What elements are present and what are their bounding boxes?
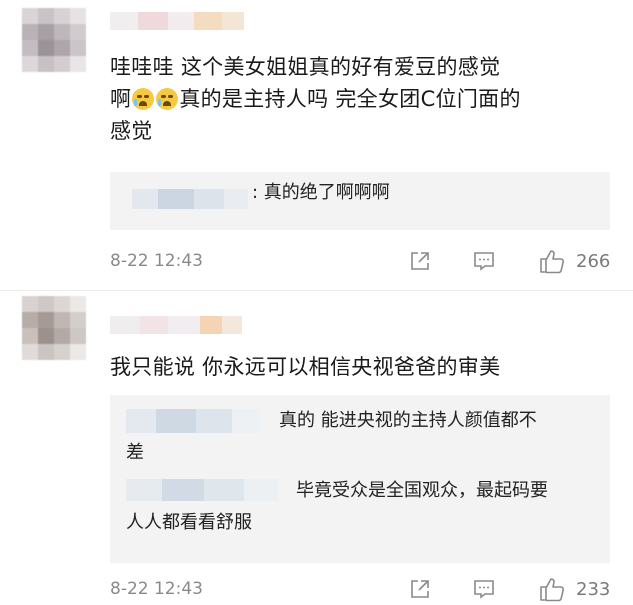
thumbs-up-icon[interactable] xyxy=(538,575,566,603)
comment-text-segment: 啊 xyxy=(110,87,132,111)
comment-text-line: 感觉 xyxy=(110,119,153,143)
reply-text: 差 xyxy=(126,442,144,463)
comment-card: 我只能说 你永远可以相信央视爸爸的审美 真的 能进央视的主持人颜值都不 差 毕竟… xyxy=(0,292,633,604)
reply-username-blurred[interactable] xyxy=(126,479,278,501)
comment-icon[interactable] xyxy=(472,577,496,601)
comment-text-segment: 真的是主持人吗 完全女团C位门面的 xyxy=(179,87,521,111)
reply-item[interactable]: : 真的绝了啊啊啊 xyxy=(132,182,390,217)
reply-text: 人人都看看舒服 xyxy=(126,512,252,533)
reply-text: 毕竟受众是全国观众，最起码要 xyxy=(296,480,548,501)
username-blurred[interactable] xyxy=(110,12,244,30)
reply-text: : 真的绝了啊啊啊 xyxy=(252,182,390,203)
divider xyxy=(0,290,633,291)
reply-box[interactable]: 真的 能进央视的主持人颜值都不 差 毕竟受众是全国观众，最起码要 人人都看看舒服 xyxy=(110,395,610,563)
comment-text: 哇哇哇 这个美女姐姐真的好有爱豆的感觉 啊 真的是主持人吗 完全女团C位门面的 感… xyxy=(110,51,521,147)
thumbs-up-icon[interactable] xyxy=(538,247,566,275)
reply-username-blurred[interactable] xyxy=(126,409,260,433)
comment-footer: 8-22 12:43 266 xyxy=(110,247,613,277)
comment-footer: 8-22 12:43 233 xyxy=(110,575,613,605)
like-count: 266 xyxy=(576,251,611,272)
avatar[interactable] xyxy=(22,296,86,360)
reply-box[interactable]: : 真的绝了啊啊啊 xyxy=(110,172,610,230)
reply-username-blurred[interactable] xyxy=(132,189,248,209)
crying-emoji-icon xyxy=(132,88,155,110)
reply-text: 真的 能进央视的主持人颜值都不 xyxy=(279,410,537,431)
like-count: 233 xyxy=(576,579,611,600)
comment-card: 哇哇哇 这个美女姐姐真的好有爱豆的感觉 啊 真的是主持人吗 完全女团C位门面的 感… xyxy=(0,0,633,292)
avatar[interactable] xyxy=(22,8,86,72)
comment-text-line: 哇哇哇 这个美女姐姐真的好有爱豆的感觉 xyxy=(110,55,501,79)
crying-emoji-icon xyxy=(156,88,179,110)
comment-text: 我只能说 你永远可以相信央视爸爸的审美 xyxy=(110,351,500,383)
share-icon[interactable] xyxy=(408,577,432,601)
comment-time: 8-22 12:43 xyxy=(110,251,203,271)
username-blurred[interactable] xyxy=(110,316,242,334)
comment-text-line: 我只能说 你永远可以相信央视爸爸的审美 xyxy=(110,355,501,379)
comment-text-line: 啊 真的是主持人吗 完全女团C位门面的 xyxy=(110,83,521,115)
comment-time: 8-22 12:43 xyxy=(110,579,203,599)
comment-icon[interactable] xyxy=(472,249,496,273)
share-icon[interactable] xyxy=(408,249,432,273)
